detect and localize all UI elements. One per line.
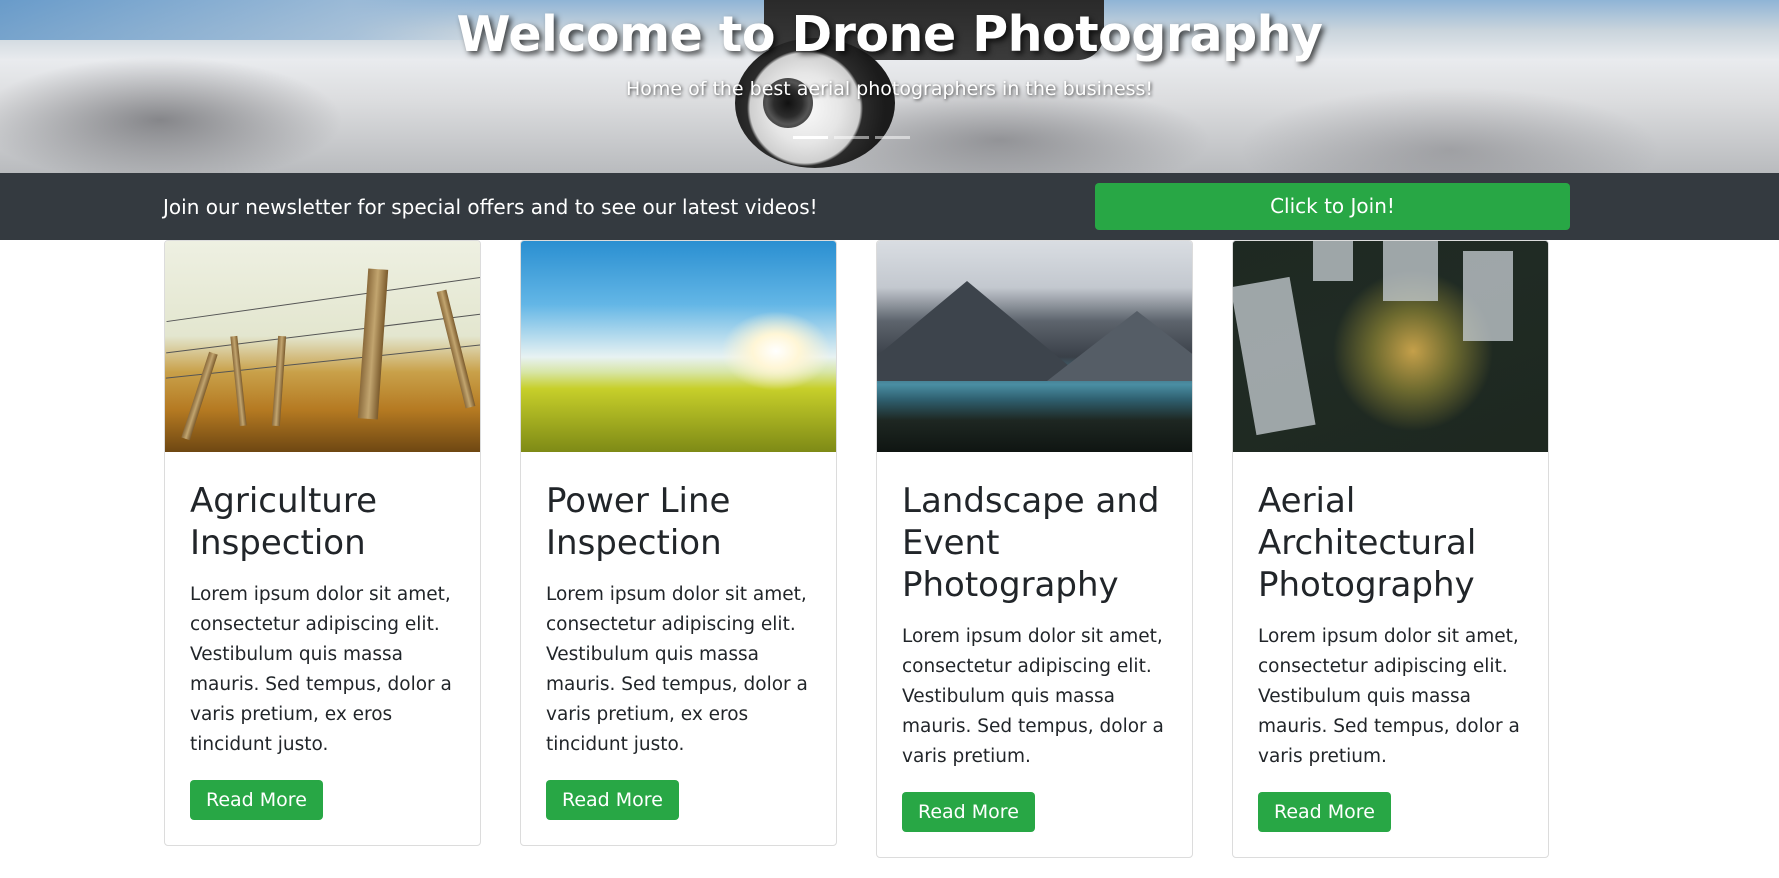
- card-image-power-line: [521, 241, 836, 452]
- carousel-indicators: [793, 136, 910, 139]
- newsletter-bar: Join our newsletter for special offers a…: [0, 173, 1779, 240]
- card-title: Aerial Architectural Photography: [1258, 481, 1477, 605]
- card-title: Power Line Inspection: [546, 481, 731, 563]
- card-image-agriculture: [165, 241, 480, 452]
- read-more-button[interactable]: Read More: [190, 780, 323, 820]
- hero-carousel: Welcome to Drone Photography Home of the…: [0, 0, 1779, 173]
- card-image-architectural: [1233, 241, 1548, 452]
- read-more-button[interactable]: Read More: [1258, 792, 1391, 832]
- card-architectural: Aerial Architectural Photography Lorem i…: [1232, 240, 1549, 858]
- card-text: Lorem ipsum dolor sit amet, consectetur …: [902, 626, 1164, 767]
- carousel-indicator-2[interactable]: [834, 136, 869, 139]
- carousel-indicator-1[interactable]: [793, 136, 828, 139]
- card-text: Lorem ipsum dolor sit amet, consectetur …: [1258, 626, 1520, 767]
- join-newsletter-button[interactable]: Click to Join!: [1095, 183, 1570, 230]
- card-text: Lorem ipsum dolor sit amet, consectetur …: [546, 584, 808, 755]
- card-power-line: Power Line Inspection Lorem ipsum dolor …: [520, 240, 837, 846]
- card-image-landscape: [877, 241, 1192, 452]
- carousel-indicator-3[interactable]: [875, 136, 910, 139]
- card-agriculture: Agriculture Inspection Lorem ipsum dolor…: [164, 240, 481, 846]
- read-more-button[interactable]: Read More: [546, 780, 679, 820]
- card-title: Landscape and Event Photography: [902, 481, 1160, 605]
- hero-title: Welcome to Drone Photography: [456, 6, 1323, 63]
- read-more-button[interactable]: Read More: [902, 792, 1035, 832]
- newsletter-text: Join our newsletter for special offers a…: [163, 195, 818, 219]
- card-landscape: Landscape and Event Photography Lorem ip…: [876, 240, 1193, 858]
- hero-subtitle: Home of the best aerial photographers in…: [625, 78, 1154, 100]
- card-title: Agriculture Inspection: [190, 481, 377, 563]
- card-text: Lorem ipsum dolor sit amet, consectetur …: [190, 584, 452, 755]
